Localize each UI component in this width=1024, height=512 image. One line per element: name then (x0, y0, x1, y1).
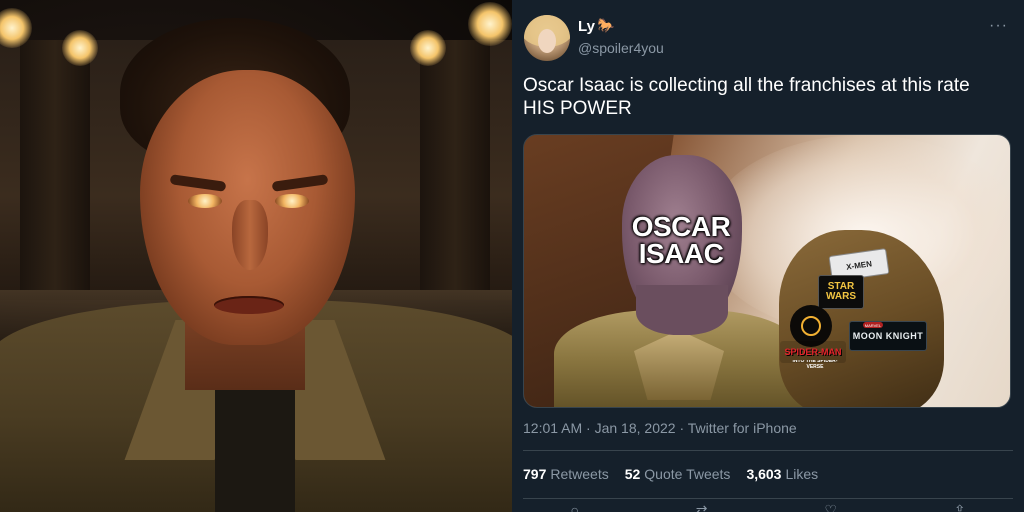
meme-caption-line: OSCAR (631, 211, 731, 242)
avatar-face (538, 29, 556, 53)
reply-icon[interactable]: ○ (570, 502, 578, 512)
meme-caption: OSCAR ISAAC (619, 211, 743, 269)
retweets-label: Retweets (550, 466, 609, 482)
photo-eye-right (275, 194, 309, 208)
spiderman-logo-subtitle: INTO THE SPIDER-VERSE (792, 360, 838, 368)
divider (523, 498, 1013, 499)
like-icon[interactable]: ♡ (824, 502, 837, 512)
moon-knight-logo: MOON KNIGHT (849, 321, 927, 351)
tweet-image[interactable]: OSCAR ISAAC X-MEN STAR WARS SPIDER-MAN I… (523, 134, 1011, 408)
photo-pillar (420, 40, 490, 290)
tweet-actions: ○ ⇄ ♡ ⇪ (512, 502, 1024, 512)
tweet-text-line: HIS POWER (523, 98, 632, 119)
tweet-text: Oscar Isaac is collecting all the franch… (523, 74, 1013, 120)
user-handle[interactable]: @spoiler4you (578, 40, 664, 56)
bokeh-light (410, 30, 446, 66)
meme-armor-plate (634, 330, 724, 400)
tweet-timestamp[interactable]: 12:01 AM · Jan 18, 2022 · Twitter for iP… (523, 420, 797, 436)
horse-emoji-icon: 🐎 (597, 17, 615, 33)
quote-tweets-count: 52 (624, 466, 641, 482)
photo-mouth (214, 296, 284, 314)
avatar[interactable] (524, 15, 570, 61)
photo-eye-left (188, 194, 222, 208)
tweet-text-line: Oscar Isaac is collecting all the franch… (523, 75, 970, 96)
divider (523, 450, 1013, 451)
quote-tweets-stat[interactable]: 52 Quote Tweets (625, 466, 731, 482)
likes-label: Likes (785, 466, 819, 482)
meme-caption-line: ISAAC (638, 238, 724, 269)
more-icon[interactable]: ··· (989, 17, 1008, 35)
meme-thanos-chin (636, 285, 728, 335)
bokeh-light (468, 2, 512, 46)
star-wars-logo: STAR WARS (818, 275, 864, 309)
photo-nose (232, 200, 268, 270)
star-wars-logo-line: WARS (826, 291, 856, 302)
share-icon[interactable]: ⇪ (954, 502, 966, 512)
likes-count: 3,603 (746, 466, 782, 482)
retweets-stat[interactable]: 797 Retweets (523, 466, 609, 482)
marvel-logo: MARVEL (863, 322, 883, 328)
bokeh-light (62, 30, 98, 66)
retweet-icon[interactable]: ⇄ (696, 502, 708, 512)
likes-stat[interactable]: 3,603 Likes (746, 466, 818, 482)
tweet-card: Ly 🐎 @spoiler4you ··· Oscar Isaac is col… (512, 0, 1024, 512)
retweets-count: 797 (523, 466, 547, 482)
actor-photo (0, 0, 512, 512)
display-name[interactable]: Ly (578, 18, 595, 35)
tweet-stats: 797 Retweets 52 Quote Tweets 3,603 Likes (523, 466, 818, 482)
quote-tweets-label: Quote Tweets (644, 466, 731, 482)
photo-pillar (20, 40, 90, 290)
